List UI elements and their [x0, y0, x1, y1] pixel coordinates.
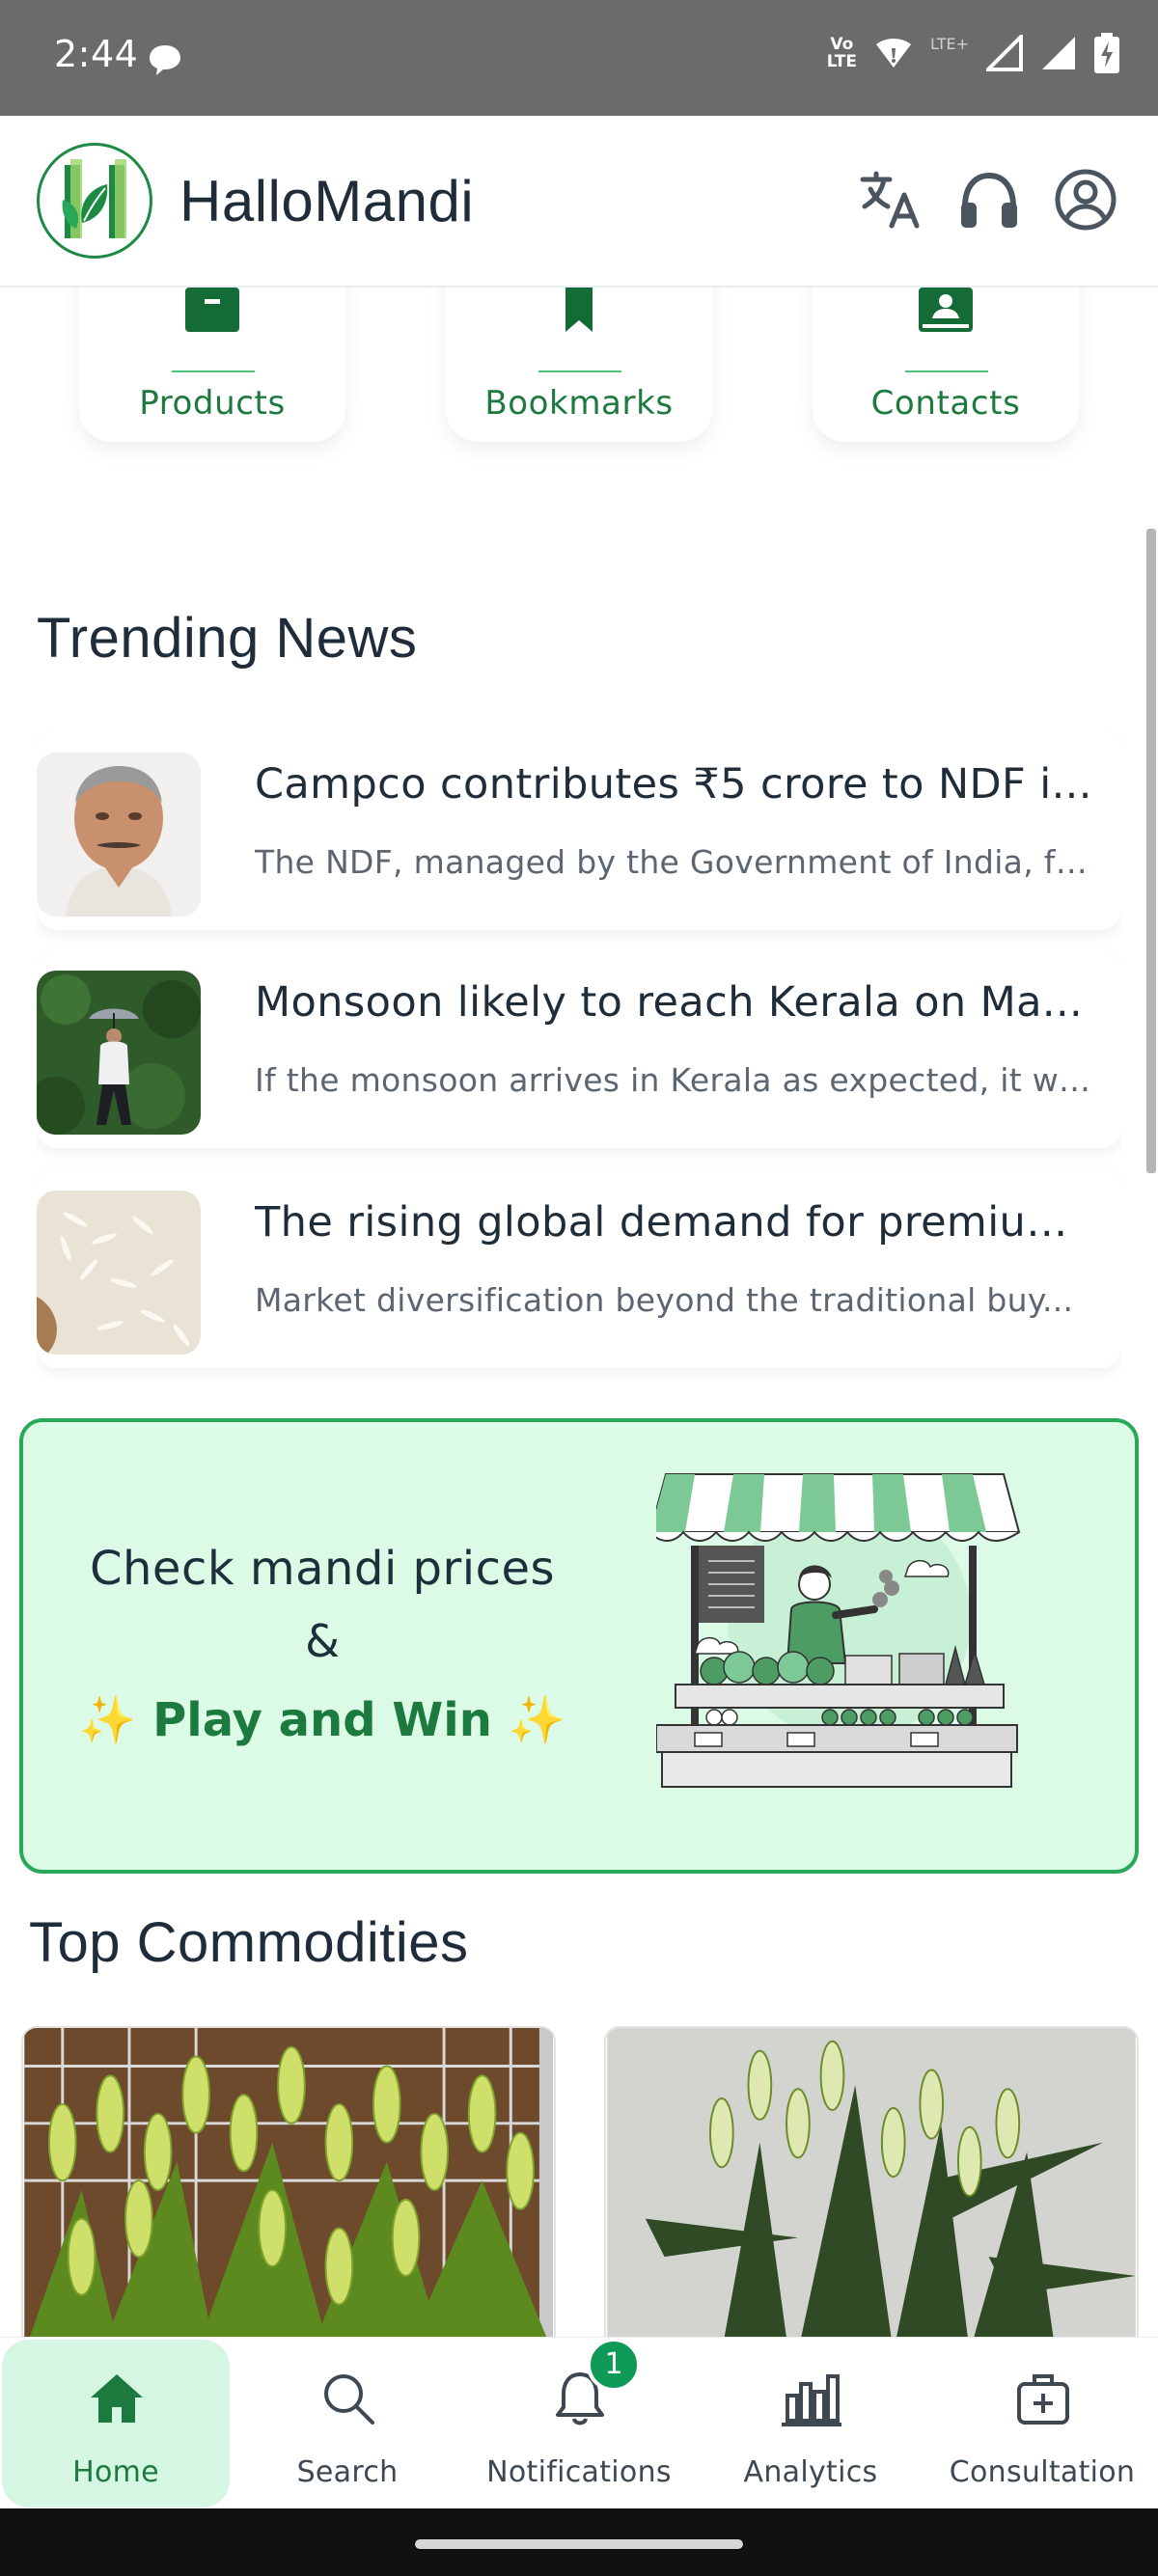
nav-consultation[interactable]: Consultation	[926, 2338, 1158, 2509]
status-icons: Vo LTE LTE+	[827, 33, 1119, 73]
nav-search[interactable]: Search	[232, 2338, 463, 2509]
status-bar: 2:44 Vo LTE LTE+	[0, 0, 1158, 116]
quick-action-label: Bookmarks	[484, 384, 674, 423]
divider	[905, 370, 988, 372]
wifi-icon	[876, 39, 911, 68]
chat-notification-icon	[150, 45, 180, 75]
promo-headline: Check mandi prices	[89, 1542, 556, 1596]
translate-icon[interactable]	[857, 166, 924, 233]
nav-analytics[interactable]: Analytics	[695, 2338, 926, 2509]
app-logo[interactable]	[37, 143, 152, 259]
news-thumbnail	[37, 971, 201, 1135]
promo-play-and-win: ✨ Play and Win ✨	[78, 1693, 566, 1747]
divider	[538, 370, 621, 372]
home-icon	[91, 2374, 143, 2423]
nav-home[interactable]: Home	[0, 2338, 232, 2509]
analytics-icon	[782, 2374, 841, 2426]
account-icon[interactable]	[1052, 166, 1119, 233]
commodities-row	[0, 2026, 1158, 2337]
quick-action-label: Contacts	[870, 384, 1021, 423]
nav-label: Search	[296, 2455, 399, 2489]
news-item[interactable]: The rising global demand for premium... …	[37, 1169, 1121, 1368]
trending-news-title: Trending News	[37, 607, 418, 670]
news-headline: Campco contributes ₹5 crore to NDF i...	[255, 760, 1092, 808]
system-navigation-bar	[0, 2508, 1158, 2576]
app-title: HalloMandi	[179, 169, 475, 233]
commodity-card-image[interactable]	[21, 2026, 556, 2337]
quick-action-products[interactable]: Products	[79, 288, 345, 442]
nav-notifications[interactable]: 1 Notifications	[463, 2338, 695, 2509]
home-gesture-handle[interactable]	[415, 2539, 743, 2549]
search-icon	[324, 2374, 374, 2425]
bottom-navigation: Home Search 1 Notifications Analytics Co…	[0, 2337, 1158, 2508]
bookmark-icon	[565, 288, 593, 332]
logo-icon	[62, 159, 126, 238]
news-item[interactable]: Campco contributes ₹5 crore to NDF i... …	[37, 731, 1121, 930]
news-thumbnail	[37, 753, 201, 917]
nav-label: Analytics	[743, 2455, 878, 2489]
volte-icon: Vo LTE	[826, 35, 857, 71]
news-thumbnail	[37, 1191, 201, 1355]
promo-banner[interactable]: Check mandi prices & ✨ Play and Win ✨	[19, 1418, 1139, 1874]
news-item[interactable]: Monsoon likely to reach Kerala on Ma... …	[37, 949, 1121, 1148]
news-list: Campco contributes ₹5 crore to NDF i... …	[37, 731, 1121, 1380]
signal-icon-sim2	[1042, 37, 1075, 69]
signal-icon-sim1	[986, 35, 1023, 71]
news-headline: The rising global demand for premium...	[255, 1198, 1094, 1247]
divider	[172, 370, 255, 372]
consultation-icon	[1017, 2374, 1069, 2425]
news-summary: The NDF, managed by the Government of In…	[255, 843, 1094, 881]
products-icon	[185, 288, 239, 332]
nav-label: Home	[72, 2455, 159, 2489]
lte-plus-label: LTE+	[930, 34, 969, 53]
quick-action-bookmarks[interactable]: Bookmarks	[446, 288, 712, 442]
news-headline: Monsoon likely to reach Kerala on Ma...	[255, 978, 1084, 1027]
news-summary: Market diversification beyond the tradit…	[255, 1281, 1074, 1319]
quick-action-label: Products	[139, 384, 286, 423]
vegetable-stall-illustration	[656, 1473, 1021, 1788]
contacts-icon	[919, 288, 973, 332]
quick-actions-row: Products Bookmarks Contacts	[0, 288, 1158, 480]
news-summary: If the monsoon arrives in Kerala as expe…	[255, 1061, 1094, 1099]
nav-label: Notifications	[486, 2455, 672, 2489]
battery-charging-icon	[1094, 33, 1119, 73]
headset-icon[interactable]	[955, 166, 1023, 233]
top-commodities-title: Top Commodities	[29, 1911, 469, 1974]
promo-ampersand: &	[305, 1615, 340, 1667]
nav-label: Consultation	[949, 2455, 1136, 2489]
notification-badge: 1	[587, 2338, 641, 2392]
scrollbar[interactable]	[1146, 529, 1156, 1173]
quick-action-contacts[interactable]: Contacts	[813, 288, 1079, 442]
commodity-card-image[interactable]	[604, 2026, 1139, 2337]
app-header: HalloMandi	[0, 116, 1158, 288]
status-time: 2:44	[54, 33, 139, 75]
